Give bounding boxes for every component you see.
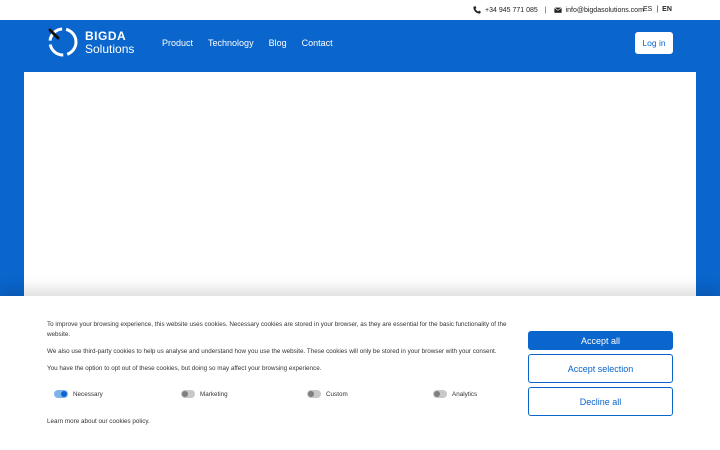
cookie-paragraph-1: To improve your browsing experience, thi… (47, 321, 507, 338)
cookie-policy-link[interactable]: Learn more about our cookies policy. (47, 418, 150, 425)
separator: | (544, 6, 547, 14)
toggle-necessary-label: Necessary (73, 390, 103, 398)
cookie-consent-panel: To improve your browsing experience, thi… (0, 296, 720, 450)
lang-es-link[interactable]: ES (643, 6, 652, 13)
toggle-custom-label: Custom (326, 390, 348, 398)
envelope-icon (553, 6, 562, 14)
nav-technology[interactable]: Technology (208, 38, 254, 48)
switch-analytics[interactable] (433, 390, 447, 398)
email-link[interactable]: info@bigdasolutions.com (566, 7, 644, 14)
cookie-paragraph-2: We also use third-party cookies to help … (47, 348, 497, 355)
toggle-marketing[interactable]: Marketing (181, 390, 228, 398)
switch-custom[interactable] (307, 390, 321, 398)
cookie-paragraph-3: You have the option to opt out of these … (47, 365, 322, 372)
nav-contact[interactable]: Contact (302, 38, 333, 48)
login-button[interactable]: Log in (635, 32, 673, 54)
logo-text-solutions: Solutions (85, 42, 135, 56)
logo-mark-icon (48, 27, 78, 57)
toggle-analytics[interactable]: Analytics (433, 390, 477, 398)
toggle-necessary[interactable]: Necessary (54, 390, 103, 398)
toggle-custom[interactable]: Custom (307, 390, 348, 398)
accept-all-button[interactable]: Accept all (528, 331, 673, 350)
phone-icon (473, 6, 481, 14)
accept-selection-button[interactable]: Accept selection (528, 354, 673, 383)
logo-text-bigda: BIGDA (85, 29, 127, 43)
language-switcher: ES | EN (643, 6, 672, 13)
contact-info: +34 945 771 085 | info@bigdasolutions.co… (473, 6, 644, 14)
switch-necessary[interactable] (54, 390, 68, 398)
nav-blog[interactable]: Blog (269, 38, 287, 48)
toggle-marketing-label: Marketing (200, 390, 228, 398)
cookie-toggles: Necessary Marketing Custom Analytics (54, 390, 514, 402)
brand-logo[interactable]: BIGDA Solutions (47, 26, 147, 62)
decline-all-button[interactable]: Decline all (528, 387, 673, 416)
lang-separator: | (656, 6, 659, 13)
phone-number[interactable]: +34 945 771 085 (485, 7, 538, 14)
lang-en-link[interactable]: EN (662, 6, 672, 13)
site-header: BIGDA Solutions Product Technology Blog … (0, 20, 720, 72)
toggle-analytics-label: Analytics (452, 390, 478, 398)
switch-marketing[interactable] (181, 390, 195, 398)
main-nav: Product Technology Blog Contact (162, 38, 348, 48)
top-info-bar: +34 945 771 085 | info@bigdasolutions.co… (0, 0, 720, 20)
cookie-description: To improve your browsing experience, thi… (47, 320, 507, 381)
nav-product[interactable]: Product (162, 38, 193, 48)
